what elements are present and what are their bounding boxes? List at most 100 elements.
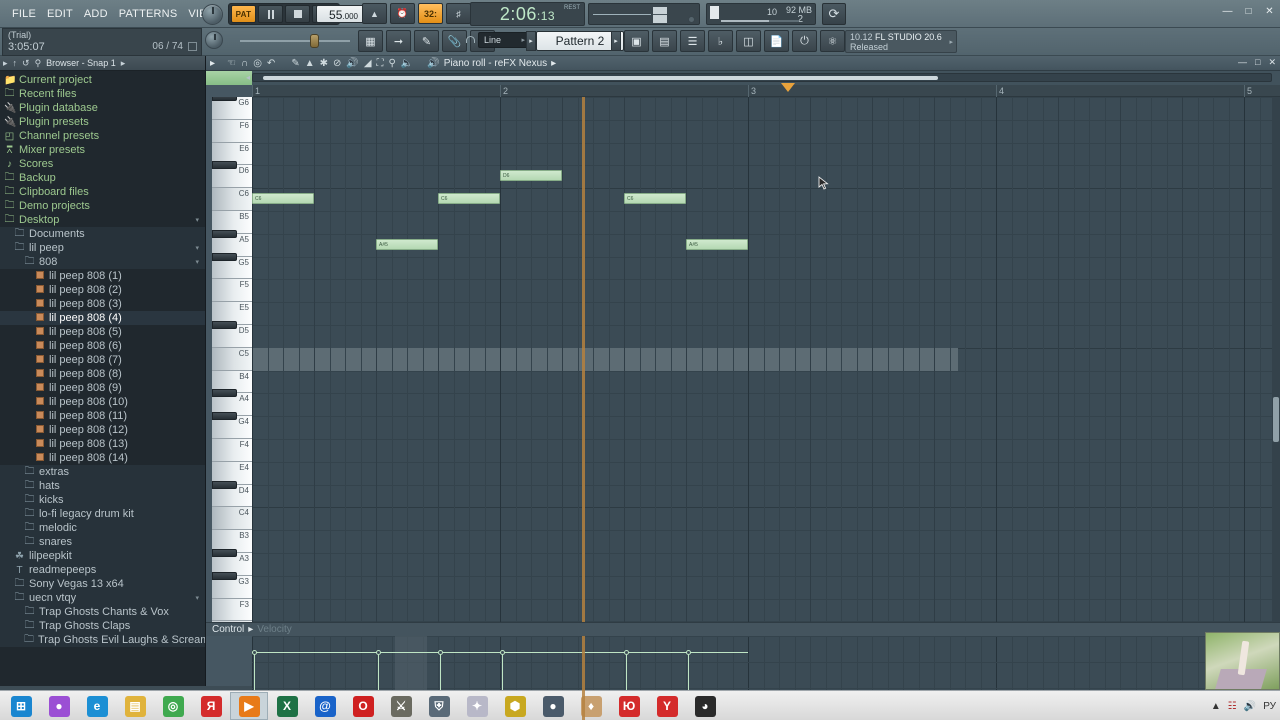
timeline-ruler[interactable]: 1 2 3 4 5	[252, 85, 1280, 97]
velocity-handle[interactable]	[624, 650, 629, 655]
browser-item[interactable]: 🔌 Plugin presets	[0, 115, 205, 129]
expand-arrow-icon[interactable]: ▾	[195, 258, 199, 266]
browser-item[interactable]: lil peep 808 (10)	[0, 395, 205, 409]
wrench-icon[interactable]: ☜	[227, 58, 236, 69]
piano-key-sharp[interactable]	[212, 229, 237, 238]
browser-button[interactable]: ◫	[736, 30, 761, 52]
browser-item[interactable]: lil peep 808 (9)	[0, 381, 205, 395]
step-sequencer-button[interactable]: ▤	[652, 30, 677, 52]
velocity-handle[interactable]	[252, 650, 257, 655]
note-grid[interactable]: C6 A#5 C6 D6 C6 A#5	[252, 97, 1280, 622]
paint-tool-button[interactable]: 📎	[442, 30, 467, 52]
snap-selector[interactable]: Line ▸	[478, 32, 530, 48]
velocity-handle[interactable]	[376, 650, 381, 655]
velocity-handle[interactable]	[686, 650, 691, 655]
expand-arrow-icon[interactable]: ▾	[195, 216, 199, 224]
taskbar-start-button[interactable]: ⊞	[2, 692, 40, 720]
zoom-region-icon[interactable]: ⛶	[377, 58, 384, 69]
maximize-button[interactable]: □	[1255, 57, 1260, 68]
pattern-next-button[interactable]: ▸	[611, 31, 621, 51]
piano-key-F3[interactable]: F3	[212, 598, 252, 622]
browser-item[interactable]: lil peep 808 (2)	[0, 283, 205, 297]
taskbar-game-oval[interactable]: ●	[534, 692, 572, 720]
piano-roll-note[interactable]: C6	[624, 193, 686, 205]
expand-arrow-icon[interactable]: ▾	[195, 244, 199, 252]
playback-icon[interactable]: 🔈	[401, 58, 413, 69]
stop-button[interactable]	[285, 5, 310, 23]
piano-roll-note[interactable]: C6	[252, 193, 314, 205]
countdown-toggle[interactable]: 32:	[418, 3, 443, 24]
undo-icon[interactable]: ↺	[22, 58, 30, 69]
draw-tool-button[interactable]: ✎	[414, 30, 439, 52]
taskbar-internet-explorer[interactable]: e	[78, 692, 116, 720]
maximize-button[interactable]: □	[1242, 5, 1255, 18]
taskbar-game-shield[interactable]: ⛨	[420, 693, 458, 720]
taskbar-game-hex[interactable]: ⬢	[496, 692, 534, 720]
mixer-button[interactable]: ♭	[708, 30, 733, 52]
vertical-scrollbar[interactable]	[1272, 97, 1280, 622]
piano-roll-note[interactable]: C6	[438, 193, 500, 205]
taskbar-opera-browser[interactable]: O	[344, 692, 382, 720]
target-icon[interactable]: ◎	[253, 58, 262, 69]
piano-roll-note[interactable]: A#5	[686, 238, 748, 250]
browser-item-selected[interactable]: lil peep 808 (4)	[0, 311, 205, 325]
taskbar-fl-studio[interactable]: ▶	[230, 692, 268, 720]
browser-item[interactable]: 🗀 Desktop ▾	[0, 213, 205, 227]
playlist-window-button[interactable]: ▣	[624, 30, 649, 52]
taskbar-yandex-browser[interactable]: Я	[192, 692, 230, 720]
piano-roll-button[interactable]: ➞	[386, 30, 411, 52]
sound-search-button[interactable]: ⚛	[820, 30, 845, 52]
piano-key-sharp[interactable]	[212, 480, 237, 489]
mute-icon[interactable]: ⊘	[333, 58, 341, 69]
browser-item[interactable]: lil peep 808 (8)	[0, 367, 205, 381]
menu-item-file[interactable]: FILE	[10, 7, 38, 21]
plugin-picker-button[interactable]: ⏻	[792, 30, 817, 52]
piano-key-sharp[interactable]	[212, 321, 237, 329]
piano-key-sharp[interactable]	[212, 549, 237, 557]
volume-icon[interactable]: 🔊	[1244, 701, 1256, 712]
time-display[interactable]: 2:06:13 REST	[470, 2, 585, 26]
piano-key-F4[interactable]: F4	[212, 439, 252, 462]
control-selector-bar[interactable]: Control ▸ Velocity	[206, 622, 1280, 636]
taskbar-spiral-app[interactable]: ◕	[686, 692, 724, 720]
shuffle-knob[interactable]	[205, 31, 223, 49]
piano-roll-note[interactable]: A#5	[376, 238, 438, 250]
browser-item[interactable]: 🔌 Plugin database	[0, 101, 205, 115]
pitch-slider[interactable]	[240, 34, 350, 48]
browser-item[interactable]: 🗀 Recent files	[0, 87, 205, 101]
expand-arrow-icon[interactable]: ▾	[195, 594, 199, 602]
horizontal-scrollbar[interactable]	[252, 73, 1272, 82]
browser-item[interactable]: lil peep 808 (3)	[0, 297, 205, 311]
browser-item[interactable]: 🗀 Sony Vegas 13 x64	[0, 577, 205, 591]
taskbar-app-droplet[interactable]: ●	[40, 692, 78, 720]
browser-item[interactable]: lil peep 808 (12)	[0, 423, 205, 437]
close-button[interactable]: ✕	[1263, 5, 1276, 18]
taskbar-game-star[interactable]: ✦	[458, 692, 496, 720]
tray-expand-icon[interactable]: ▲	[1211, 701, 1221, 712]
browser-item[interactable]: lil peep 808 (7)	[0, 353, 205, 367]
up-arrow-icon[interactable]: ↑	[13, 58, 18, 68]
scroll-left-icon[interactable]: ◂	[246, 73, 250, 82]
velocity-handle[interactable]	[438, 650, 443, 655]
piano-keyboard[interactable]: G6 F6 E6 D6 C6 B5 A5 G5 F5 E5 D5 C5 B4 A4 G4 F4 E4 D4 C4 B3…	[212, 97, 252, 622]
browser-item[interactable]: ⩞ Mixer presets	[0, 143, 205, 157]
browser-item[interactable]: 📁 Current project	[0, 73, 205, 87]
pattern-song-toggle[interactable]: PAT	[231, 5, 256, 23]
search-icon[interactable]: ⚲	[35, 58, 42, 69]
network-icon[interactable]: ☷	[1228, 701, 1237, 712]
play-pause-button[interactable]	[258, 5, 283, 23]
browser-item[interactable]: 🗀 Backup	[0, 171, 205, 185]
piano-key-F6[interactable]: F6	[212, 119, 252, 143]
playhead-marker[interactable]	[781, 83, 795, 92]
browser-item[interactable]: 🗀 808 ▾	[0, 255, 205, 269]
magnet-icon[interactable]: ∩	[241, 58, 248, 69]
browser-item[interactable]: 🗀 snares	[0, 535, 205, 549]
browser-item[interactable]: lil peep 808 (5)	[0, 325, 205, 339]
browser-item[interactable]: lil peep 808 (13)	[0, 437, 205, 451]
piano-key-sharp[interactable]	[212, 412, 237, 421]
browser-item[interactable]: ☘ lilpeepkit	[0, 549, 205, 563]
taskbar-file-explorer[interactable]: ▤	[116, 692, 154, 720]
metronome-button[interactable]: ▲	[362, 3, 387, 24]
taskbar-game-art[interactable]: ♦	[572, 692, 610, 720]
taskbar-yandex-disk[interactable]: Y	[648, 692, 686, 720]
